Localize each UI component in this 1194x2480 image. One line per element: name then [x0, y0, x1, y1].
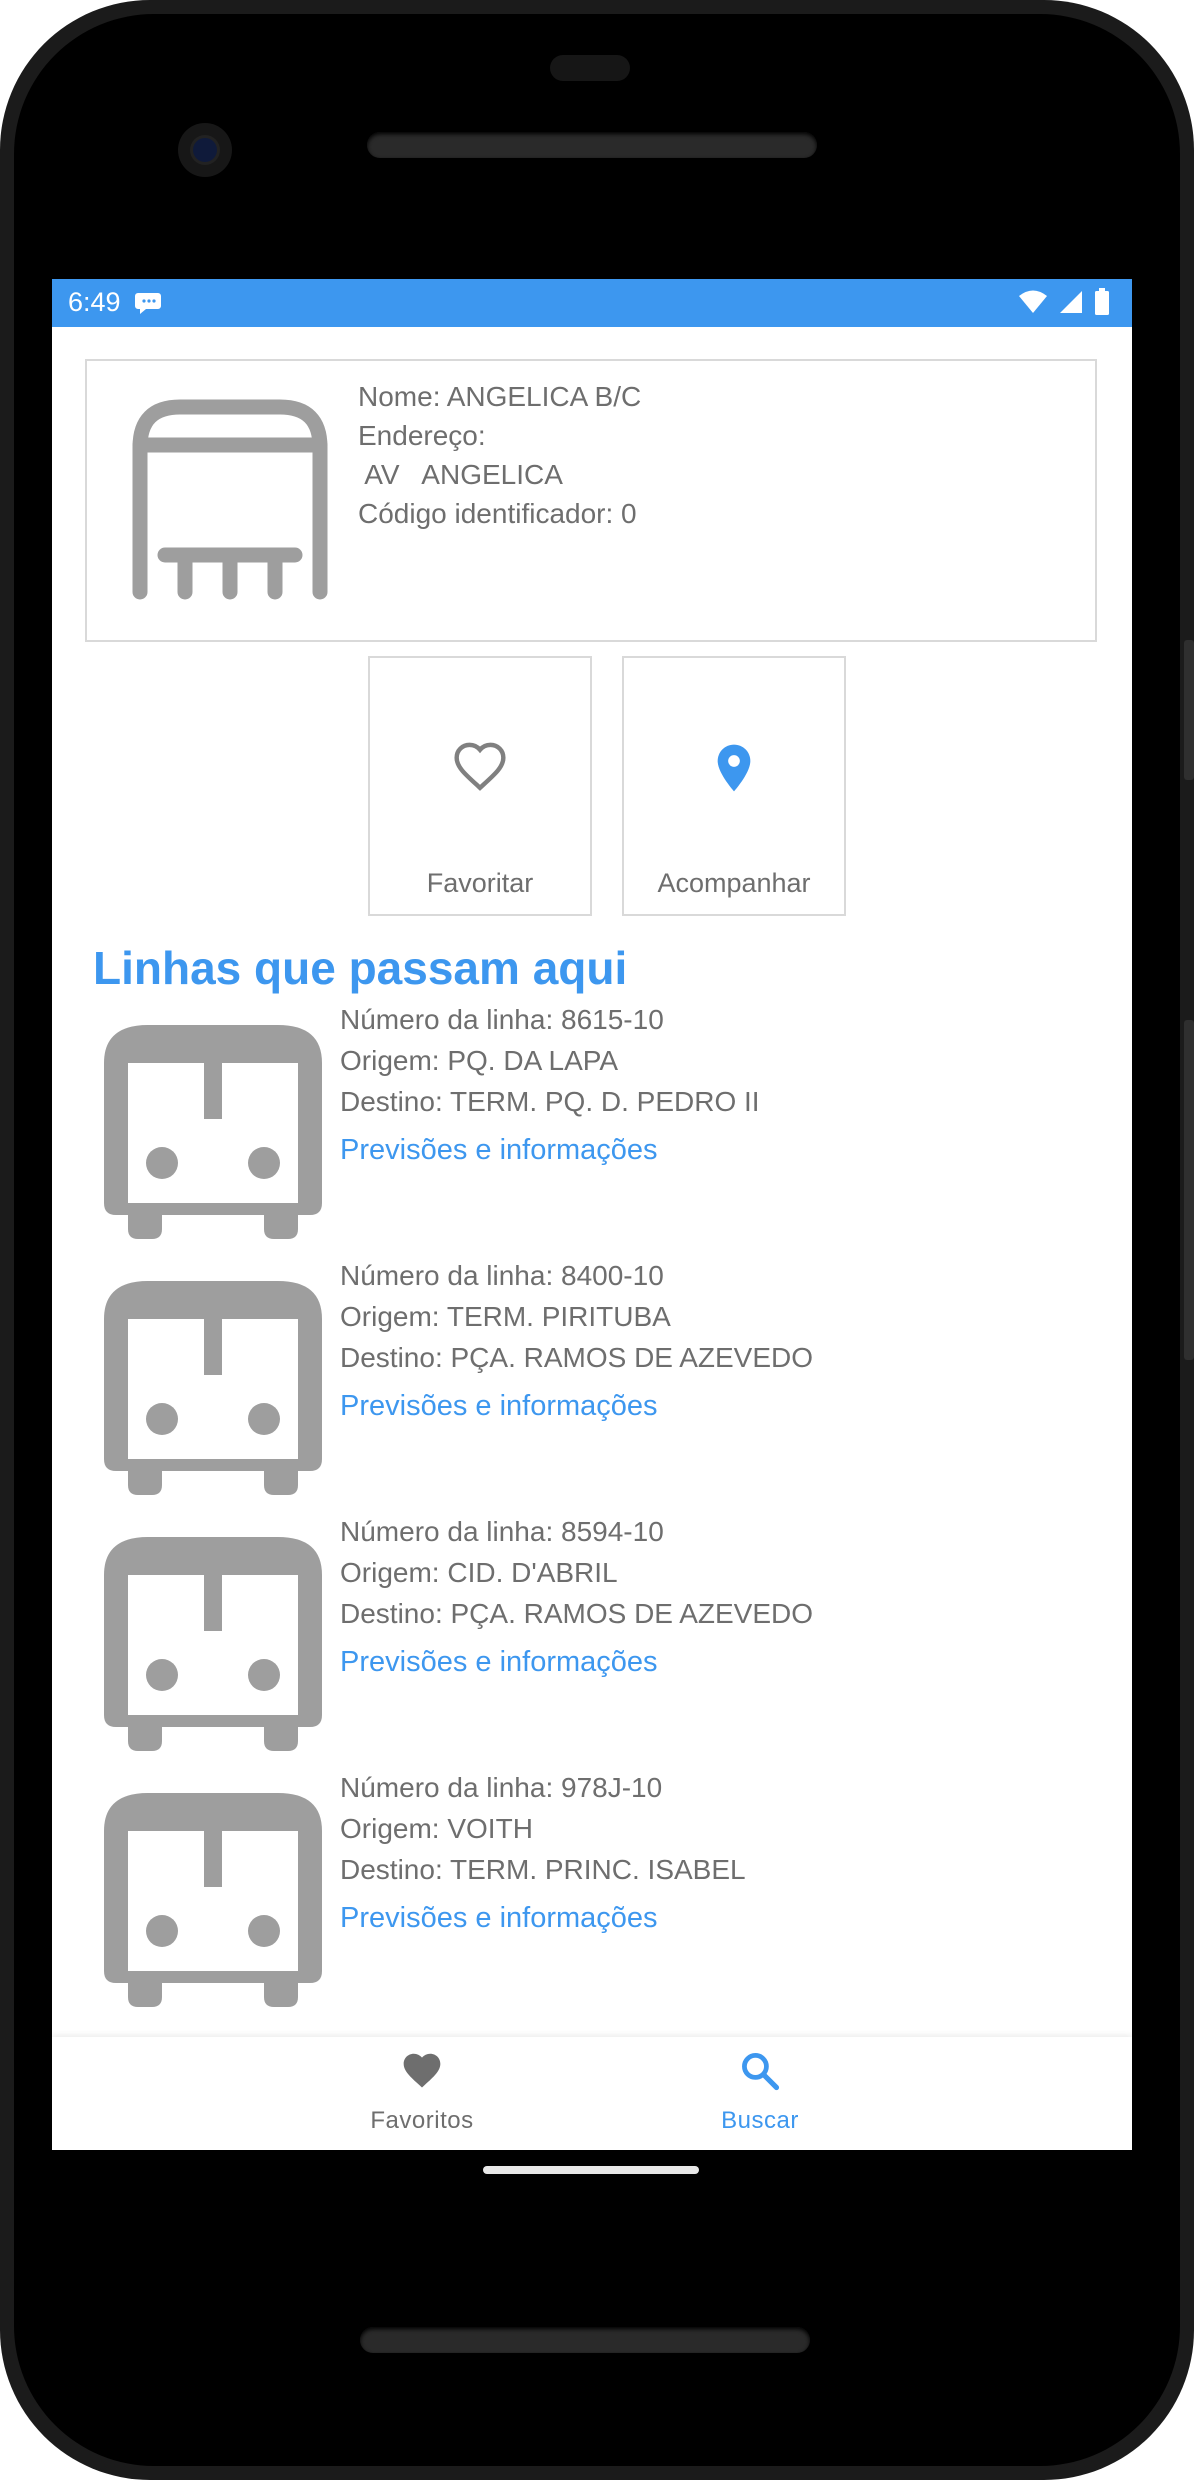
stop-info: Nome: ANGELICA B/C Endereço: AV ANGELICA…	[358, 377, 641, 533]
volume-button	[1184, 1020, 1194, 1360]
battery-icon	[1095, 288, 1109, 315]
nav-search-label: Buscar	[721, 2107, 799, 2134]
line-info: Número da linha: 8400-10 Origem: TERM. P…	[340, 1255, 813, 1427]
line-info: Número da linha: 8594-10 Origem: CID. D'…	[340, 1511, 813, 1683]
nav-favorites-label: Favoritos	[370, 2107, 474, 2134]
heart-outline-icon	[454, 742, 506, 791]
line-origin: Origem: VOITH	[340, 1813, 533, 1844]
earpiece-speaker	[367, 132, 817, 158]
nav-favorites[interactable]: Favoritos	[322, 2037, 522, 2150]
signal-icon	[1060, 291, 1082, 313]
track-button[interactable]: Acompanhar	[622, 656, 846, 916]
phone-frame: 6:49 Nome: ANGELICA B/C Endereço: AV ANG…	[0, 0, 1194, 2480]
line-number: Número da linha: 8615-10	[340, 1004, 664, 1035]
line-info-link[interactable]: Previsões e informações	[340, 1642, 813, 1683]
list-item: Número da linha: 978J-10 Origem: VOITH D…	[52, 1767, 1132, 2023]
bottom-navigation: Favoritos Buscar	[52, 2037, 1132, 2150]
line-info-link[interactable]: Previsões e informações	[340, 1130, 760, 1171]
front-camera	[178, 123, 232, 177]
line-destination: Destino: TERM. PQ. D. PEDRO II	[340, 1086, 760, 1117]
list-item: Número da linha: 8594-10 Origem: CID. D'…	[52, 1511, 1132, 1767]
status-time: 6:49	[68, 287, 121, 317]
search-icon	[742, 2053, 780, 2091]
track-label: Acompanhar	[657, 868, 811, 898]
home-indicator[interactable]	[483, 2166, 699, 2174]
line-destination: Destino: PÇA. RAMOS DE AZEVEDO	[340, 1598, 814, 1629]
bus-stop-icon	[132, 399, 328, 600]
line-origin: Origem: TERM. PIRITUBA	[340, 1301, 671, 1332]
nav-search[interactable]: Buscar	[660, 2037, 860, 2150]
stop-address-label: Endereço:	[358, 420, 486, 451]
bus-icon	[104, 1281, 322, 1495]
line-info-link[interactable]: Previsões e informações	[340, 1898, 746, 1939]
line-number: Número da linha: 978J-10	[340, 1772, 663, 1803]
line-origin: Origem: PQ. DA LAPA	[340, 1045, 619, 1076]
bottom-speaker	[360, 2327, 810, 2353]
list-item: Número da linha: 8615-10 Origem: PQ. DA …	[52, 999, 1132, 1255]
bus-icon	[104, 1537, 322, 1751]
bus-icon	[104, 1793, 322, 2007]
phone-sensor	[550, 55, 630, 81]
stop-address: AV ANGELICA	[358, 459, 563, 490]
bus-icon	[104, 1025, 322, 1239]
status-bar: 6:49	[52, 279, 1132, 327]
heart-icon	[403, 2053, 441, 2088]
line-number: Número da linha: 8400-10	[340, 1260, 664, 1291]
favorite-button[interactable]: Favoritar	[368, 656, 592, 916]
line-info: Número da linha: 978J-10 Origem: VOITH D…	[340, 1767, 746, 1939]
section-title: Linhas que passam aqui	[93, 942, 628, 994]
stop-code: Código identificador: 0	[358, 498, 637, 529]
message-icon	[135, 293, 161, 314]
map-pin-icon	[717, 744, 751, 792]
line-info: Número da linha: 8615-10 Origem: PQ. DA …	[340, 999, 760, 1171]
power-button	[1184, 640, 1194, 780]
wifi-icon	[1019, 290, 1047, 313]
favorite-label: Favoritar	[426, 868, 534, 898]
stop-name: Nome: ANGELICA B/C	[358, 381, 642, 412]
line-info-link[interactable]: Previsões e informações	[340, 1386, 813, 1427]
app-screen: 6:49 Nome: ANGELICA B/C Endereço: AV ANG…	[52, 279, 1132, 2150]
line-number: Número da linha: 8594-10	[340, 1516, 664, 1547]
line-origin: Origem: CID. D'ABRIL	[340, 1557, 618, 1588]
list-item: Número da linha: 8400-10 Origem: TERM. P…	[52, 1255, 1132, 1511]
line-destination: Destino: TERM. PRINC. ISABEL	[340, 1854, 746, 1885]
stop-card: Nome: ANGELICA B/C Endereço: AV ANGELICA…	[85, 359, 1097, 642]
line-destination: Destino: PÇA. RAMOS DE AZEVEDO	[340, 1342, 814, 1373]
